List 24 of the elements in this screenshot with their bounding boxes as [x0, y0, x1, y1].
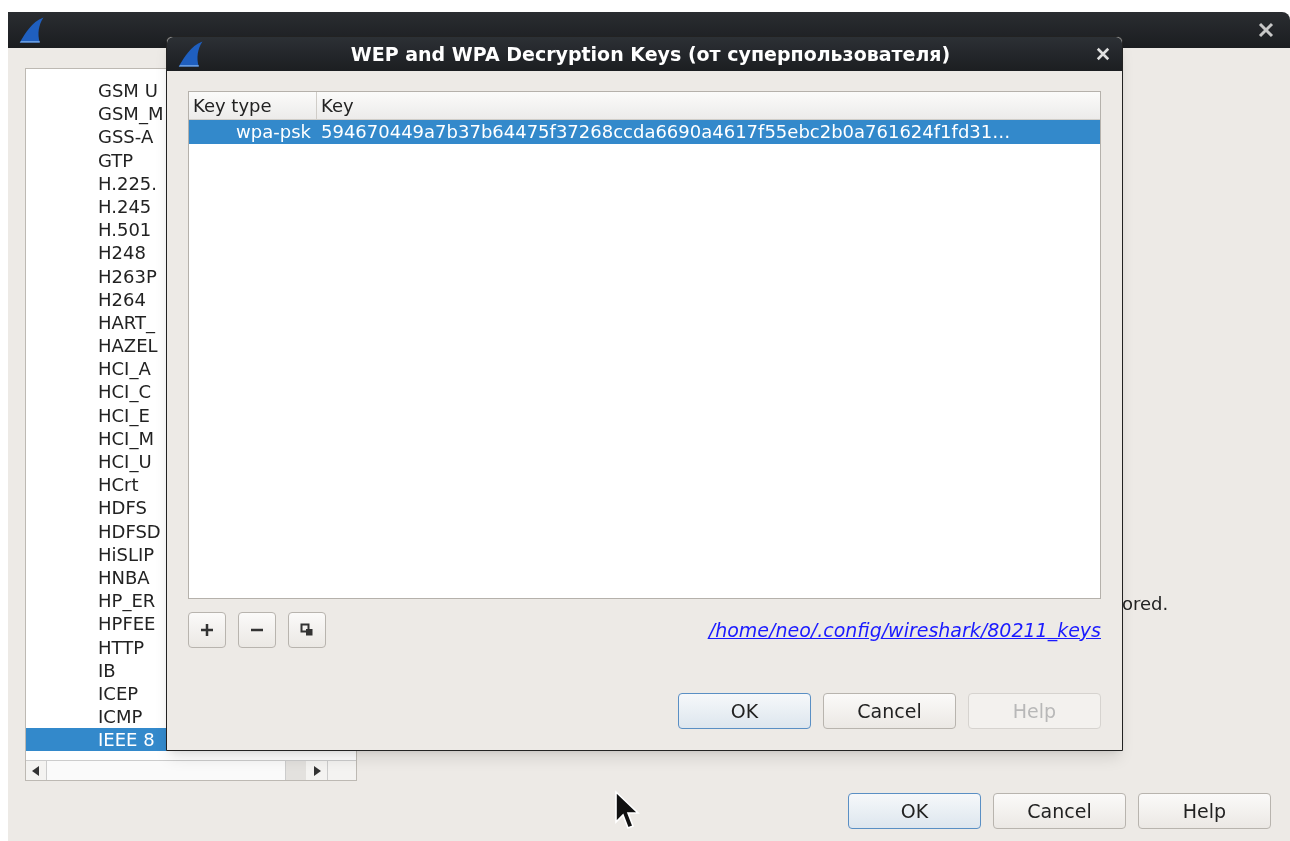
table-cell-text: wpa-psk	[235, 120, 312, 144]
scroll-thumb[interactable]	[46, 761, 286, 780]
dialog-title: WEP and WPA Decryption Keys (от суперпользователя)	[349, 41, 952, 67]
copy-button[interactable]	[288, 612, 326, 648]
table-cell-text: 594670449a7b37b64475f37268ccda6690a4617f55ebc2b0a761624f1fd31…	[320, 120, 1012, 144]
dialog-button[interactable]: Cancel	[993, 793, 1126, 829]
right-arrow-icon	[312, 765, 321, 776]
plus-icon	[200, 623, 214, 637]
column-header[interactable]: Key type	[189, 92, 317, 119]
copy-icon	[300, 623, 314, 637]
table-row[interactable]: wpa-psk 594670449a7b37b64475f37268ccda6690a4617f55ebc2b0a761624f1fd31…	[189, 120, 1100, 144]
close-icon[interactable]	[1258, 22, 1274, 38]
dialog-button[interactable]: Cancel	[823, 693, 956, 729]
file-path-link[interactable]: /home/neo/.config/wireshark/80211_keys	[708, 615, 1101, 645]
horizontal-scrollbar[interactable]	[26, 760, 356, 780]
dialog-button[interactable]: OK	[848, 793, 981, 829]
mouse-cursor-icon	[614, 790, 640, 832]
close-icon[interactable]	[1096, 47, 1110, 61]
add-button[interactable]	[188, 612, 226, 648]
left-arrow-icon	[32, 765, 40, 776]
dialog-button[interactable]: Help	[1138, 793, 1271, 829]
description-text: ored.	[1122, 592, 1169, 616]
dialog-button[interactable]: OK	[678, 693, 811, 729]
column-header[interactable]: Key	[317, 92, 1100, 119]
